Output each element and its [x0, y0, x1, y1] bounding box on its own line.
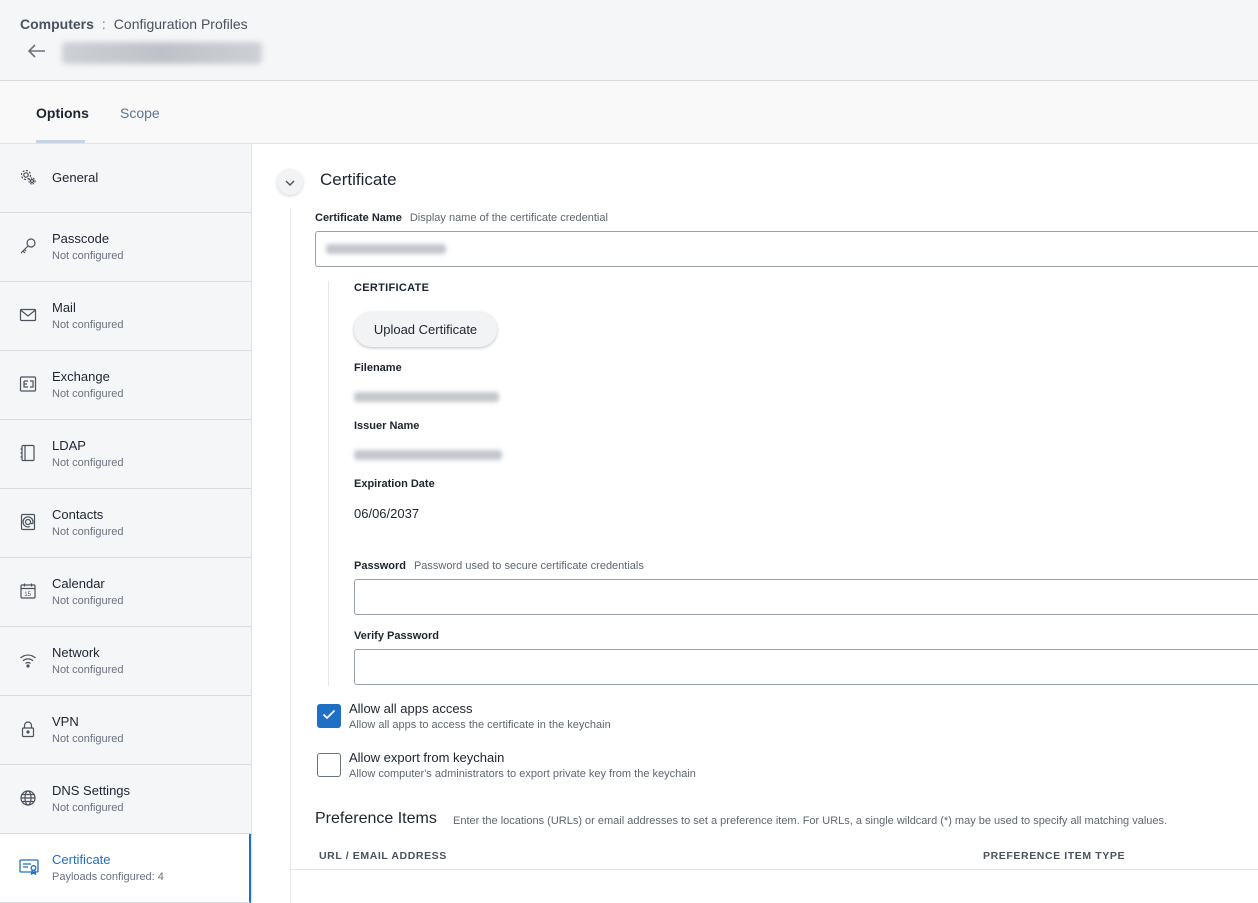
certificate-name-value-redacted [326, 244, 446, 254]
sidebar-item-label: Certificate [52, 852, 111, 867]
tab-bar: Options Scope [0, 81, 1258, 144]
column-header-url-email: URL / EMAIL ADDRESS [319, 850, 447, 862]
preference-table-header: URL / EMAIL ADDRESS PREFERENCE ITEM TYPE [291, 844, 1258, 870]
sidebar-item-label: Passcode [52, 231, 110, 246]
column-header-preference-type: PREFERENCE ITEM TYPE [983, 850, 1126, 862]
key-icon [19, 237, 37, 255]
chevron-down-icon [285, 173, 295, 191]
sidebar-item-label: LDAP [52, 438, 86, 453]
upload-certificate-button[interactable]: Upload Certificate [354, 312, 497, 347]
section-divider [290, 208, 291, 903]
allow-all-apps-title: Allow all apps access [349, 701, 473, 716]
sidebar-item-status: Not configured [52, 388, 124, 400]
sidebar-item-status: Not configured [52, 664, 124, 676]
password-hint: Password used to secure certificate cred… [413, 560, 644, 572]
sidebar-item-mail[interactable]: Mail Not configured [0, 282, 251, 351]
active-tab-indicator [36, 140, 85, 143]
breadcrumb-separator: : [101, 16, 106, 32]
sidebar-item-label: Mail [52, 300, 76, 315]
sidebar-item-label: General [52, 170, 99, 185]
sidebar-item-network[interactable]: Network Not configured [0, 627, 251, 696]
sidebar-item-status: Payloads configured: 4 [52, 871, 164, 883]
collapse-section-button[interactable] [277, 169, 303, 195]
sidebar-item-vpn[interactable]: VPN Not configured [0, 696, 251, 765]
sidebar-item-exchange[interactable]: Exchange Not configured [0, 351, 251, 420]
sidebar-item-status: Not configured [52, 250, 124, 262]
preference-items-title: Preference Items [315, 810, 437, 827]
verify-password-label: Verify Password [354, 630, 439, 642]
password-input[interactable] [354, 579, 1258, 615]
expiration-date-value: 06/06/2037 [354, 506, 420, 521]
sidebar-item-dns-settings[interactable]: DNS Settings Not configured [0, 765, 251, 834]
wifi-icon [19, 651, 37, 669]
allow-export-title: Allow export from keychain [349, 750, 505, 765]
profile-title-redacted [62, 42, 262, 64]
back-arrow-icon[interactable] [27, 42, 46, 63]
breadcrumb-configuration-profiles[interactable]: Configuration Profiles [114, 16, 248, 32]
allow-export-description: Allow computer's administrators to expor… [349, 768, 696, 780]
expiration-date-label: Expiration Date [354, 478, 435, 490]
certificate-name-label: Certificate Name Display name of the cert… [315, 212, 608, 224]
sidebar-item-certificate[interactable]: Certificate Payloads configured: 4 [0, 834, 251, 903]
sidebar-item-ldap[interactable]: LDAP Not configured [0, 420, 251, 489]
gear-icon [19, 168, 37, 186]
sidebar-item-status: Not configured [52, 733, 124, 745]
sidebar-item-label: DNS Settings [52, 783, 131, 798]
svg-text:15: 15 [24, 592, 31, 598]
sidebar-item-status: Not configured [52, 526, 124, 538]
tab-options[interactable]: Options [36, 105, 89, 121]
sidebar-item-label: Exchange [52, 369, 110, 384]
issuer-name-value-redacted [354, 450, 502, 460]
allow-all-apps-description: Allow all apps to access the certificate… [349, 719, 611, 731]
sidebar-item-label: Calendar [52, 576, 105, 591]
allow-export-checkbox[interactable] [317, 753, 341, 777]
preference-items-hint: Enter the locations (URLs) or email addr… [453, 815, 1168, 827]
checkmark-icon [322, 707, 336, 725]
section-title: Certificate [320, 170, 397, 189]
breadcrumb-computers[interactable]: Computers [20, 16, 94, 32]
verify-password-input[interactable] [354, 649, 1258, 685]
sidebar-item-passcode[interactable]: Passcode Not configured [0, 213, 251, 282]
certificate-panel: Certificate Certificate Name Display name… [253, 144, 1258, 903]
globe-icon [19, 789, 37, 807]
certificate-name-input[interactable] [315, 231, 1258, 267]
sidebar-item-status: Not configured [52, 595, 124, 607]
sidebar-item-contacts[interactable]: Contacts Not configured [0, 489, 251, 558]
certificate-block-divider [328, 281, 329, 686]
sidebar-item-status: Not configured [52, 319, 124, 331]
certificate-caps-label: CERTIFICATE [354, 282, 430, 294]
page-header: Computers: Configuration Profiles [0, 0, 1258, 81]
certificate-name-hint: Display name of the certificate credenti… [409, 212, 608, 224]
filename-label: Filename [354, 362, 402, 374]
contacts-icon [19, 513, 37, 531]
issuer-name-label: Issuer Name [354, 420, 420, 432]
sidebar-item-calendar[interactable]: 15 Calendar Not configured [0, 558, 251, 627]
sidebar-item-label: Contacts [52, 507, 104, 522]
sidebar-item-label: Network [52, 645, 100, 660]
filename-value-redacted [354, 392, 499, 402]
sidebar-item-label: VPN [52, 714, 79, 729]
calendar-icon: 15 [19, 582, 37, 600]
book-icon [19, 444, 37, 462]
password-label: Password Password used to secure certific… [354, 560, 644, 572]
breadcrumb: Computers: Configuration Profiles [20, 16, 248, 32]
payload-sidebar: General Passcode Not configured Mail Not… [0, 144, 252, 903]
password-label-text: Password [354, 560, 406, 572]
allow-all-apps-checkbox[interactable] [317, 704, 341, 728]
tab-scope[interactable]: Scope [120, 105, 160, 121]
certificate-icon [19, 858, 39, 876]
lock-icon [19, 720, 37, 738]
sidebar-item-status: Not configured [52, 802, 124, 814]
sidebar-item-general[interactable]: General [0, 144, 251, 213]
envelope-icon [19, 306, 37, 324]
exchange-icon [19, 375, 37, 393]
sidebar-item-status: Not configured [52, 457, 124, 469]
certificate-name-label-text: Certificate Name [315, 212, 402, 224]
